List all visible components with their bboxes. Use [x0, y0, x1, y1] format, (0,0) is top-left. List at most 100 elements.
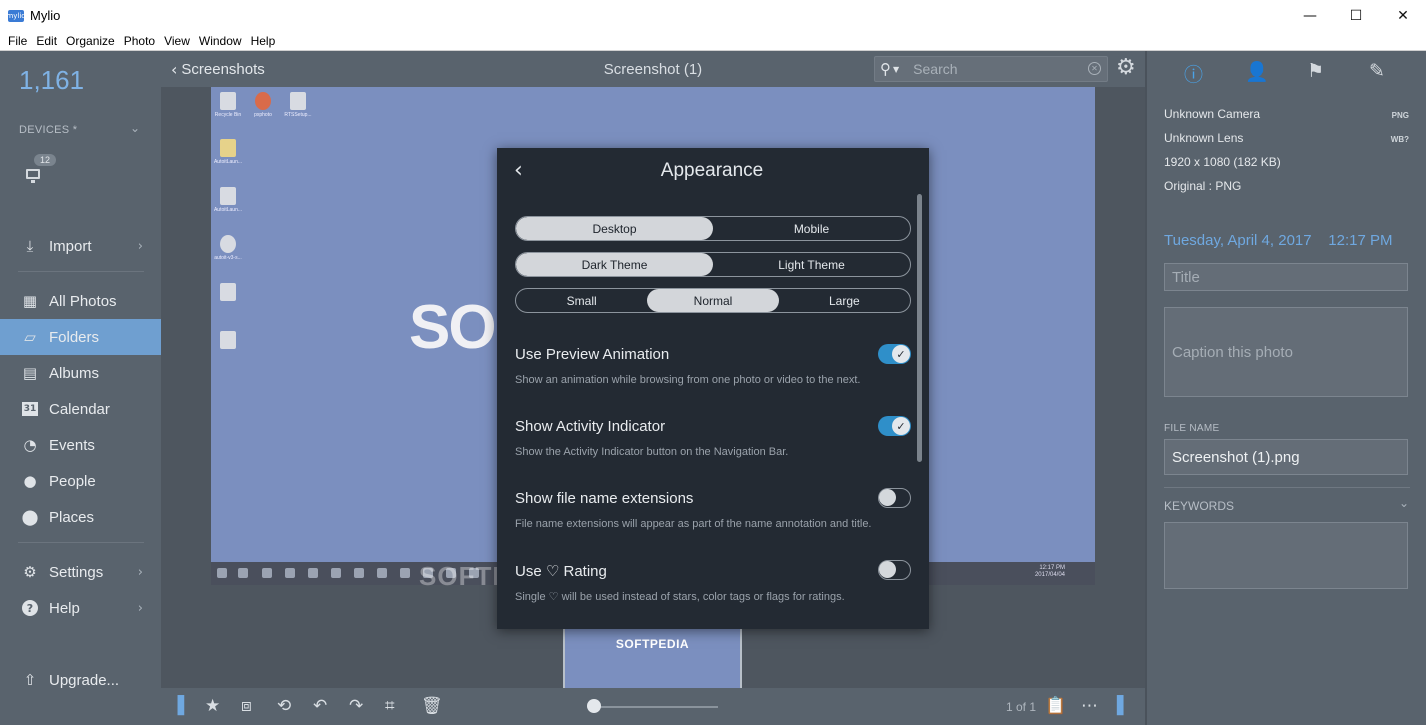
title-field[interactable]: Title [1164, 263, 1408, 291]
trash-icon[interactable]: 🗑 [421, 697, 443, 715]
search-input[interactable] [913, 61, 1074, 77]
crop-icon[interactable]: ⌗ [385, 697, 395, 715]
desktop-icon: Recycle Bin [213, 92, 243, 118]
menu-window[interactable]: Window [199, 34, 242, 48]
device-count-badge: 12 [34, 154, 57, 166]
file-name-label: FILE NAME [1164, 423, 1220, 434]
dialog-scrollbar[interactable] [917, 194, 922, 462]
gear-icon: ⚙ [23, 563, 37, 581]
calendar-icon: 31 [22, 402, 38, 416]
more-icon[interactable]: ⋯ [1081, 697, 1098, 715]
sidebar-item-events[interactable]: ◔ Events [0, 427, 161, 463]
setting-title: Show Activity Indicator [515, 418, 666, 435]
minimize-button[interactable]: — [1287, 0, 1333, 31]
sidebar-item-label: Folders [49, 328, 100, 346]
desktop-icon: AutoitLaun... [213, 187, 243, 213]
photo-date: Tuesday, April 4, 2017 [1164, 232, 1312, 249]
menu-organize[interactable]: Organize [66, 34, 115, 48]
menu-file[interactable]: File [8, 34, 27, 48]
sidebar-item-upgrade[interactable]: ⇧ Upgrade... [0, 662, 161, 698]
panel-right-icon[interactable]: ▌ [1117, 697, 1130, 715]
file-extensions-toggle[interactable] [878, 488, 911, 508]
sidebar-item-settings[interactable]: ⚙ Settings › [0, 554, 161, 590]
search-icon[interactable]: ⚲ [880, 60, 891, 78]
thumbnail-text: SOFTPEDIA [615, 637, 690, 651]
sidebar-item-calendar[interactable]: 31 Calendar [0, 391, 161, 427]
sidebar-item-people[interactable]: ● People [0, 463, 161, 499]
platform-desktop-option[interactable]: Desktop [516, 217, 713, 240]
rotate-left-icon[interactable]: ↶ [313, 697, 327, 715]
menu-photo[interactable]: Photo [124, 34, 155, 48]
size-normal-option[interactable]: Normal [647, 289, 779, 312]
menu-view[interactable]: View [164, 34, 190, 48]
maximize-button[interactable]: ☐ [1333, 0, 1379, 31]
desktop-icon: pxphoto [248, 92, 278, 118]
face-tag-icon[interactable]: ⧈ [241, 697, 252, 715]
zoom-slider-handle[interactable] [587, 699, 601, 713]
person-icon[interactable]: 👤 [1245, 60, 1269, 83]
search-box[interactable]: ⚲ ▼ ✕ [874, 56, 1108, 82]
keywords-field[interactable] [1164, 522, 1408, 589]
theme-segmented-control: Dark Theme Light Theme [515, 252, 911, 277]
chevron-down-icon[interactable]: ⌄ [1399, 496, 1409, 510]
chevron-right-icon: › [137, 238, 143, 254]
size-small-option[interactable]: Small [516, 289, 647, 312]
grid-icon: ▦ [22, 292, 38, 310]
person-icon: ● [23, 472, 37, 490]
rotate-right-icon[interactable]: ↷ [349, 697, 363, 715]
clock-icon: ◔ [23, 436, 37, 454]
desktop-icon: RTSSetup... [283, 92, 313, 118]
clear-search-icon[interactable]: ✕ [1088, 62, 1101, 75]
import-icon: ⤓ [26, 237, 34, 255]
sidebar-item-label: Upgrade... [49, 671, 120, 689]
activity-indicator-toggle[interactable]: ✓ [878, 416, 911, 436]
setting-title: Use Preview Animation [515, 346, 670, 363]
caption-field[interactable]: Caption this photo [1164, 307, 1408, 397]
monitor-icon[interactable] [26, 169, 40, 183]
caret-down-icon[interactable]: ▼ [893, 65, 899, 74]
heart-rating-toggle[interactable] [878, 560, 911, 580]
setting-description: Show an animation while browsing from on… [515, 374, 861, 386]
chevron-down-icon[interactable]: ⌄ [130, 121, 140, 135]
desktop-icon [213, 331, 243, 351]
keywords-label[interactable]: KEYWORDS [1164, 499, 1234, 513]
zoom-slider-track[interactable] [594, 706, 718, 708]
sidebar-item-albums[interactable]: ▤ Albums [0, 355, 161, 391]
size-large-option[interactable]: Large [779, 289, 910, 312]
chevron-right-icon: › [137, 600, 143, 616]
rotate-icon[interactable]: ⟲ [277, 697, 291, 715]
platform-mobile-option[interactable]: Mobile [713, 217, 910, 240]
desktop-icon: AutoitLaun... [213, 139, 243, 165]
sidebar-item-places[interactable]: ⬤ Places [0, 499, 161, 535]
folder-icon: ▱ [24, 328, 36, 346]
devices-label[interactable]: DEVICES * [19, 124, 77, 136]
size-segmented-control: Small Normal Large [515, 288, 911, 313]
resolution: 1920 x 1080 (182 KB) [1164, 155, 1281, 169]
menu-edit[interactable]: Edit [36, 34, 57, 48]
panel-left-icon[interactable]: ▐ [171, 697, 184, 715]
light-theme-option[interactable]: Light Theme [713, 253, 910, 276]
menu-help[interactable]: Help [251, 34, 276, 48]
page-count: 1 of 1 [1006, 700, 1037, 714]
screenshot-clock: 12:17 PM 2017/04/04 [1034, 565, 1065, 578]
sidebar-item-folders[interactable]: ▱ Folders [0, 319, 161, 355]
info-icon[interactable]: ⓘ [1184, 60, 1203, 87]
clipboard-icon[interactable]: 📋 [1045, 697, 1066, 715]
check-icon: ✓ [892, 417, 910, 435]
sidebar-item-all-photos[interactable]: ▦ All Photos [0, 283, 161, 319]
sidebar-item-help[interactable]: ? Help › [0, 590, 161, 626]
sidebar: 1,161 DEVICES * ⌄ 12 ⤓ Import › ▦ All Ph… [0, 51, 161, 725]
star-icon[interactable]: ★ [205, 697, 220, 715]
preview-animation-toggle[interactable]: ✓ [878, 344, 911, 364]
file-name-field[interactable]: Screenshot (1).png [1164, 439, 1408, 475]
gear-icon[interactable]: ⚙ [1116, 57, 1136, 79]
dark-theme-option[interactable]: Dark Theme [516, 253, 713, 276]
white-balance-badge: WB? [1390, 135, 1409, 144]
pencil-icon[interactable]: ✎ [1369, 60, 1385, 82]
sidebar-item-import[interactable]: ⤓ Import › [0, 228, 161, 264]
location-pin-icon[interactable]: ⚑ [1307, 60, 1324, 82]
close-button[interactable]: ✕ [1380, 0, 1426, 31]
sidebar-item-label: People [49, 472, 96, 490]
photo-date-time[interactable]: Tuesday, April 4, 2017 12:17 PM [1164, 232, 1392, 249]
photo-count: 1,161 [19, 65, 85, 95]
